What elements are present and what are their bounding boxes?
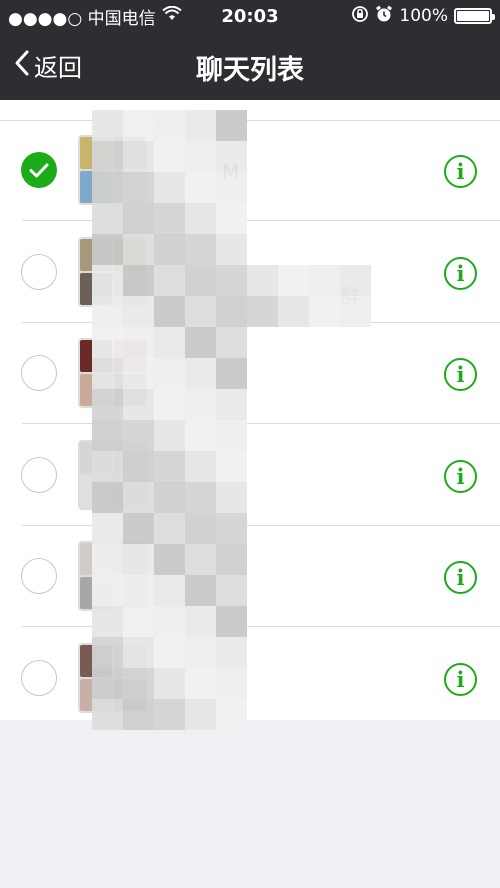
chat-list-item[interactable]: i: [0, 628, 500, 721]
chat-list-item[interactable]: 群i: [0, 222, 500, 323]
avatar-tile: [114, 272, 146, 305]
battery-percent: 100%: [399, 6, 448, 26]
checkbox-unchecked[interactable]: [21, 253, 57, 290]
navigation-bar: 返回 聊天列表: [0, 32, 500, 100]
group-avatar: [78, 135, 148, 205]
checkbox-checked[interactable]: [21, 152, 57, 188]
info-icon[interactable]: i: [444, 256, 477, 290]
chat-list-item[interactable]: i: [0, 526, 500, 627]
info-icon[interactable]: i: [444, 459, 477, 493]
group-avatar: [78, 439, 148, 510]
avatar-tile: [114, 644, 146, 677]
info-icon[interactable]: i: [444, 561, 477, 594]
chat-list-item[interactable]: Mi: [0, 120, 500, 221]
carrier-label: ●●●●○ 中国电信: [8, 8, 156, 29]
avatar-tile: [80, 340, 112, 372]
group-avatar: [78, 236, 148, 307]
avatar-tile: [114, 171, 146, 203]
avatar-tile: [80, 678, 112, 711]
wifi-icon: [161, 5, 182, 27]
avatar-tile: [80, 374, 112, 406]
group-avatar: [78, 541, 148, 611]
group-avatar: [78, 642, 148, 713]
avatar-tile: [114, 678, 146, 711]
chat-name: 群: [340, 283, 360, 308]
info-icon[interactable]: i: [444, 662, 477, 696]
chat-name: M: [222, 160, 240, 184]
checkmark-icon: [29, 163, 49, 178]
avatar-tile: [80, 238, 112, 271]
rotation-lock-icon: [351, 5, 369, 28]
avatar-tile: [114, 340, 146, 372]
avatar-tile: [80, 272, 112, 305]
status-right: 100%: [351, 5, 495, 28]
avatar-tile: [114, 543, 146, 575]
list-top-stub: [0, 100, 500, 121]
avatar-tile: [114, 238, 146, 271]
avatar-tile: [114, 137, 146, 169]
chat-list: Mi群iiiii: [0, 100, 500, 720]
info-icon[interactable]: i: [444, 358, 477, 391]
avatar-tile: [114, 374, 146, 406]
battery-fill: [457, 11, 489, 21]
avatar-tile: [80, 644, 112, 677]
back-button[interactable]: 返回: [14, 48, 82, 83]
back-label: 返回: [34, 54, 82, 82]
checkbox-unchecked[interactable]: [21, 558, 57, 594]
avatar-tile: [80, 441, 112, 474]
avatar-tile: [114, 577, 146, 609]
checkbox-unchecked[interactable]: [21, 659, 57, 696]
avatar-tile: [114, 441, 146, 474]
avatar-tile: [80, 137, 112, 169]
checkbox-unchecked[interactable]: [21, 355, 57, 391]
avatar-tile: [80, 171, 112, 203]
chevron-left-icon: [14, 49, 30, 83]
avatar-tile: [80, 543, 112, 575]
info-icon[interactable]: i: [444, 155, 477, 188]
chat-list-item[interactable]: i: [0, 425, 500, 526]
avatar-tile: [80, 577, 112, 609]
alarm-icon: [375, 5, 393, 28]
battery-icon: [454, 8, 495, 24]
avatar-tile: [80, 475, 112, 508]
group-avatar: [78, 338, 148, 408]
status-bar: ●●●●○ 中国电信 20:03 100%: [0, 0, 500, 32]
checkbox-unchecked[interactable]: [21, 456, 57, 493]
status-left: ●●●●○ 中国电信: [8, 4, 182, 29]
chat-list-item[interactable]: i: [0, 323, 500, 424]
avatar-tile: [114, 475, 146, 508]
